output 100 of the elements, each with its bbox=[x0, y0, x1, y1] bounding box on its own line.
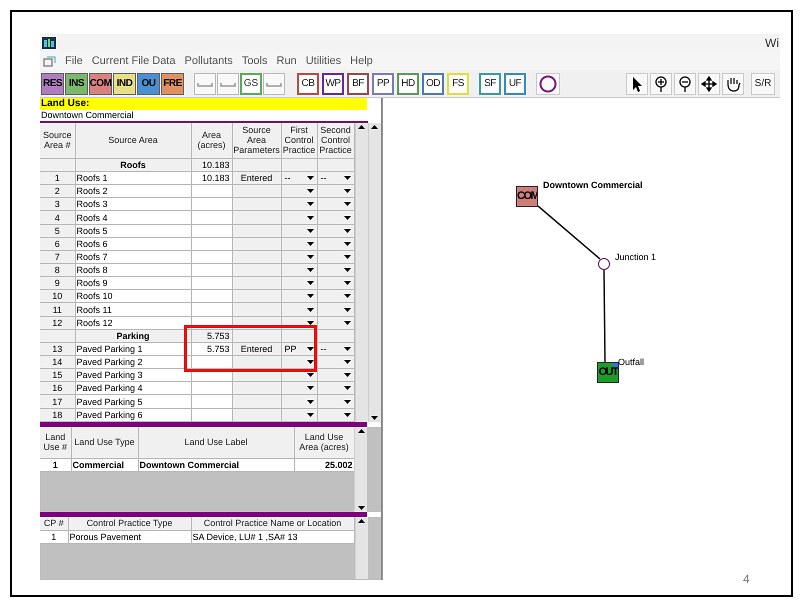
control-button[interactable]: CB bbox=[297, 72, 319, 94]
dropdown-field[interactable] bbox=[317, 264, 354, 277]
scroll-down-icon bbox=[358, 506, 364, 510]
tool-button[interactable]: S/R bbox=[751, 72, 775, 94]
land-use-button[interactable]: OU bbox=[137, 72, 160, 94]
land-use-button[interactable]: IND bbox=[113, 72, 136, 94]
row-number: 1 bbox=[40, 172, 75, 185]
menu-item[interactable]: Current File Data bbox=[92, 52, 176, 70]
control-button[interactable]: SF bbox=[479, 72, 501, 94]
table-cell: 5.753 bbox=[191, 342, 232, 356]
dropdown-field[interactable] bbox=[317, 408, 354, 422]
dropdown-field[interactable] bbox=[317, 382, 354, 395]
caret-icon bbox=[344, 373, 350, 378]
dropdown-field[interactable] bbox=[317, 184, 354, 198]
column-header: Source Area Parameters bbox=[232, 123, 281, 158]
dropdown-field[interactable] bbox=[317, 198, 354, 211]
control-button[interactable]: OD bbox=[422, 72, 444, 94]
dropdown-field[interactable] bbox=[281, 250, 317, 264]
dropdown-field[interactable]: -- bbox=[281, 172, 317, 185]
menu-item[interactable]: Run bbox=[276, 52, 297, 70]
junction-node[interactable] bbox=[598, 258, 610, 270]
tool-button[interactable] bbox=[650, 72, 672, 94]
column-header: Source Area bbox=[75, 123, 191, 158]
caret-icon bbox=[344, 268, 350, 272]
app-menu-icon[interactable] bbox=[43, 56, 56, 66]
dropdown-field[interactable] bbox=[281, 382, 317, 395]
caret-icon bbox=[306, 281, 314, 286]
app-icon bbox=[42, 37, 56, 49]
dropdown-field[interactable] bbox=[317, 290, 354, 303]
channel-icon bbox=[220, 80, 236, 86]
tool-button[interactable] bbox=[722, 72, 744, 94]
node-label: Outfall bbox=[618, 356, 644, 369]
tool-button[interactable] bbox=[626, 72, 648, 94]
control-button[interactable]: FS bbox=[447, 72, 469, 94]
dropdown-field[interactable] bbox=[317, 368, 354, 382]
dropdown-field[interactable] bbox=[281, 237, 317, 250]
conveyance-button[interactable] bbox=[217, 72, 239, 94]
connector-line bbox=[538, 205, 600, 260]
column-header: Area (acres) bbox=[191, 123, 232, 158]
table-cell: Roofs 12 bbox=[75, 316, 191, 330]
scrollbar[interactable] bbox=[354, 123, 368, 422]
conveyance-button[interactable] bbox=[263, 72, 285, 94]
menu-item[interactable]: Tools bbox=[242, 52, 268, 70]
dropdown-field[interactable] bbox=[317, 237, 354, 250]
dropdown-field[interactable] bbox=[281, 184, 317, 198]
dropdown-field[interactable] bbox=[281, 408, 317, 422]
scroll-up-icon bbox=[358, 429, 364, 433]
dropdown-field[interactable] bbox=[317, 316, 354, 330]
tool-button[interactable] bbox=[698, 72, 720, 94]
junction-button[interactable] bbox=[536, 72, 560, 94]
table-cell: Commercial bbox=[71, 458, 138, 471]
menu-item[interactable]: Utilities bbox=[306, 52, 342, 70]
tool-button[interactable] bbox=[674, 72, 696, 94]
control-button[interactable]: UF bbox=[504, 72, 526, 94]
outfall-node[interactable]: OUT bbox=[597, 362, 619, 383]
dropdown-field[interactable] bbox=[281, 394, 317, 408]
menu-item[interactable]: Help bbox=[350, 52, 373, 70]
caret-icon bbox=[306, 294, 314, 298]
dropdown-field[interactable]: -- bbox=[317, 172, 354, 185]
dropdown-field[interactable] bbox=[281, 264, 317, 277]
dropdown-field[interactable] bbox=[317, 356, 354, 369]
land-use-button[interactable]: RES bbox=[41, 72, 64, 94]
land-use-field[interactable]: Downtown Commercial bbox=[40, 110, 368, 123]
control-button[interactable]: WP bbox=[322, 72, 344, 94]
dropdown-field[interactable] bbox=[317, 224, 354, 238]
table-cell: Roofs 2 bbox=[75, 184, 191, 198]
dropdown-field[interactable] bbox=[317, 394, 354, 408]
dropdown-field[interactable] bbox=[281, 198, 317, 211]
dropdown-field[interactable] bbox=[281, 276, 317, 290]
land-use-button[interactable]: COM bbox=[89, 72, 112, 94]
dropdown-field[interactable] bbox=[317, 276, 354, 290]
row-number: 14 bbox=[40, 356, 75, 369]
control-button[interactable]: HD bbox=[397, 72, 419, 94]
group-cell: Roofs bbox=[75, 158, 191, 172]
scrollbar[interactable] bbox=[354, 427, 367, 512]
control-button[interactable]: BF bbox=[347, 72, 369, 94]
land-use-button[interactable]: INS bbox=[65, 72, 88, 94]
land-use-button[interactable]: FRE bbox=[161, 72, 184, 94]
control-button[interactable]: PP bbox=[372, 72, 394, 94]
dropdown-field[interactable] bbox=[317, 210, 354, 224]
menu-item[interactable]: Pollutants bbox=[184, 52, 233, 70]
dropdown-field[interactable] bbox=[281, 224, 317, 238]
table-cell: Roofs 9 bbox=[75, 276, 191, 290]
table-cell: 10.183 bbox=[191, 172, 232, 185]
conveyance-button[interactable] bbox=[194, 72, 216, 94]
caret-icon bbox=[344, 176, 350, 180]
dropdown-field[interactable] bbox=[317, 250, 354, 264]
scrollbar[interactable] bbox=[354, 517, 368, 579]
menu-item[interactable]: File bbox=[65, 52, 83, 70]
scrollbar[interactable] bbox=[368, 123, 380, 422]
column-header: Land Use Type bbox=[71, 427, 138, 458]
dropdown-field[interactable] bbox=[281, 210, 317, 224]
conveyance-button[interactable]: GS bbox=[240, 72, 262, 94]
dropdown-field[interactable]: -- bbox=[317, 342, 354, 356]
dropdown-field[interactable] bbox=[281, 302, 317, 316]
table-cell: Roofs 6 bbox=[75, 237, 191, 250]
dropdown-field[interactable] bbox=[317, 302, 354, 316]
caret-icon bbox=[344, 386, 350, 390]
channel-icon bbox=[266, 80, 282, 86]
dropdown-field[interactable] bbox=[281, 290, 317, 303]
